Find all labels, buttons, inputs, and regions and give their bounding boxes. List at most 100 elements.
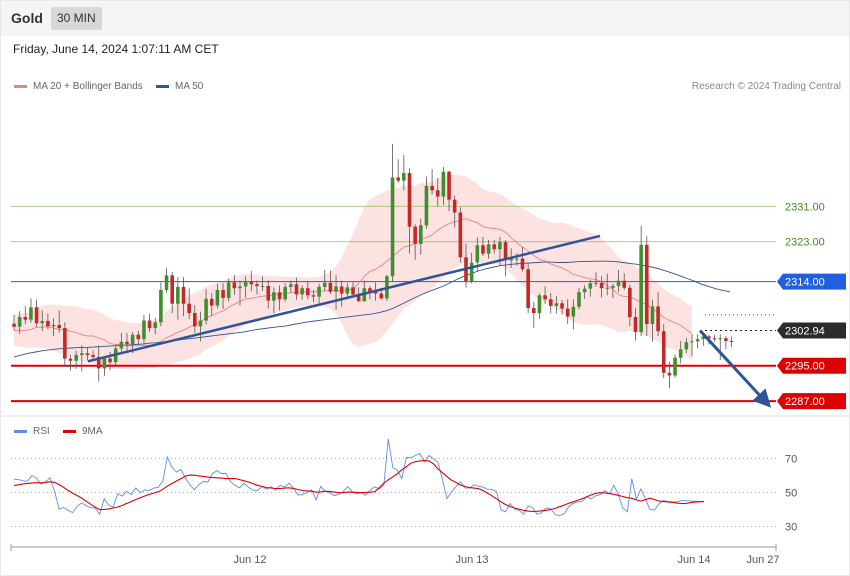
candle-body (311, 295, 316, 297)
price-tag-2302.94: 2302.94 (777, 322, 846, 339)
candle-body (447, 171, 451, 200)
candle-body (339, 286, 344, 294)
candle-body (656, 306, 660, 332)
candle-body (396, 177, 400, 181)
candle-body (475, 245, 480, 263)
rsi-series-9MA (13, 460, 705, 512)
chart-canvas: 2331.00 2323.00 2314.00 2302.94 2295.00 2287.… (0, 143, 850, 566)
candle-body (678, 349, 683, 358)
candle-body (187, 303, 191, 314)
candle-body (238, 286, 242, 289)
candle-body (599, 282, 604, 289)
candle-body (441, 171, 446, 197)
candle-body (532, 308, 536, 314)
candle-body (51, 324, 56, 327)
candle-body (577, 292, 581, 307)
x-tick-label: Jun 13 (455, 554, 488, 566)
candle-body (430, 185, 434, 191)
rsi-series-RSI (13, 438, 705, 517)
candle-body (283, 286, 287, 300)
candle-body (119, 341, 124, 349)
candle-body (588, 283, 593, 289)
candle-body (40, 320, 45, 324)
candle-body (419, 225, 423, 244)
candle-body (221, 289, 225, 298)
candle-body (645, 244, 649, 325)
candle-body (159, 289, 163, 323)
candle-body (695, 339, 700, 342)
candle-body (102, 358, 107, 369)
price-tag-2331.00: 2331.00 (785, 201, 825, 213)
candle-body (255, 284, 259, 286)
candle-body (379, 293, 384, 299)
candle-body (611, 286, 615, 288)
candle-body (130, 334, 135, 345)
candle-body (243, 282, 248, 287)
candle-body (306, 288, 310, 296)
price-tag-label: 2323.00 (785, 237, 825, 249)
candle-body (80, 353, 84, 356)
candle-body (554, 303, 559, 306)
candle-body (729, 340, 734, 342)
candle-body (260, 286, 265, 287)
candle-body (690, 341, 694, 343)
candle-body (85, 353, 90, 356)
price-tag-label: 2331.00 (785, 201, 825, 213)
candle-body (328, 282, 333, 292)
candle-body (582, 288, 587, 293)
candle-body (34, 307, 39, 324)
candle-body (458, 212, 463, 258)
candle-body (481, 245, 485, 254)
rsi-tick-label: 30 (785, 521, 797, 533)
price-tag-2323.00: 2323.00 (785, 237, 825, 249)
candle-body (594, 282, 598, 284)
price-tag-2295.00: 2295.00 (777, 357, 846, 374)
candle-body (724, 338, 728, 341)
candle-body (294, 284, 299, 295)
candle-body (136, 334, 141, 340)
candle-body (209, 298, 214, 306)
candle-body (125, 341, 129, 345)
candle-body (413, 226, 417, 244)
candle-body (402, 173, 406, 181)
candle-body (91, 355, 95, 357)
candle-body (407, 173, 412, 227)
candle-body (23, 317, 28, 320)
candle-body (622, 280, 626, 288)
candle-body (684, 342, 689, 350)
candle-body (633, 317, 638, 333)
candle-body (628, 287, 632, 317)
candle-body (204, 298, 208, 321)
candle-body (170, 275, 174, 304)
candle-body (317, 286, 321, 297)
price-tag-label: 2314.00 (785, 277, 825, 289)
candle-body (74, 355, 78, 361)
candle-body (390, 177, 395, 277)
price-tag-label: 2302.94 (785, 326, 825, 338)
candle-body (560, 303, 564, 309)
candle-body (520, 258, 525, 270)
candle-body (515, 258, 519, 260)
candle-body (345, 287, 350, 294)
candle-body (673, 357, 677, 376)
candle-body (226, 282, 231, 298)
x-tick-label: Jun 12 (233, 554, 266, 566)
candle-body (232, 282, 237, 289)
candle-body (215, 289, 220, 306)
candle-body (108, 358, 112, 363)
candle-body (537, 295, 542, 314)
candle-body (718, 338, 723, 340)
x-tick-label: Jun 27 (746, 554, 779, 566)
candle-body (424, 185, 429, 226)
candle-body (616, 280, 621, 286)
rsi-tick-label: 50 (785, 487, 797, 499)
candle-body (667, 372, 672, 376)
candle-body (650, 306, 655, 325)
candle-body (452, 199, 457, 213)
candle-body (351, 287, 355, 295)
candle-body (153, 322, 158, 329)
candle-body (198, 320, 203, 327)
price-tag-2287.00: 2287.00 (777, 393, 846, 410)
candle-body (548, 299, 553, 306)
candle-body (12, 323, 16, 327)
